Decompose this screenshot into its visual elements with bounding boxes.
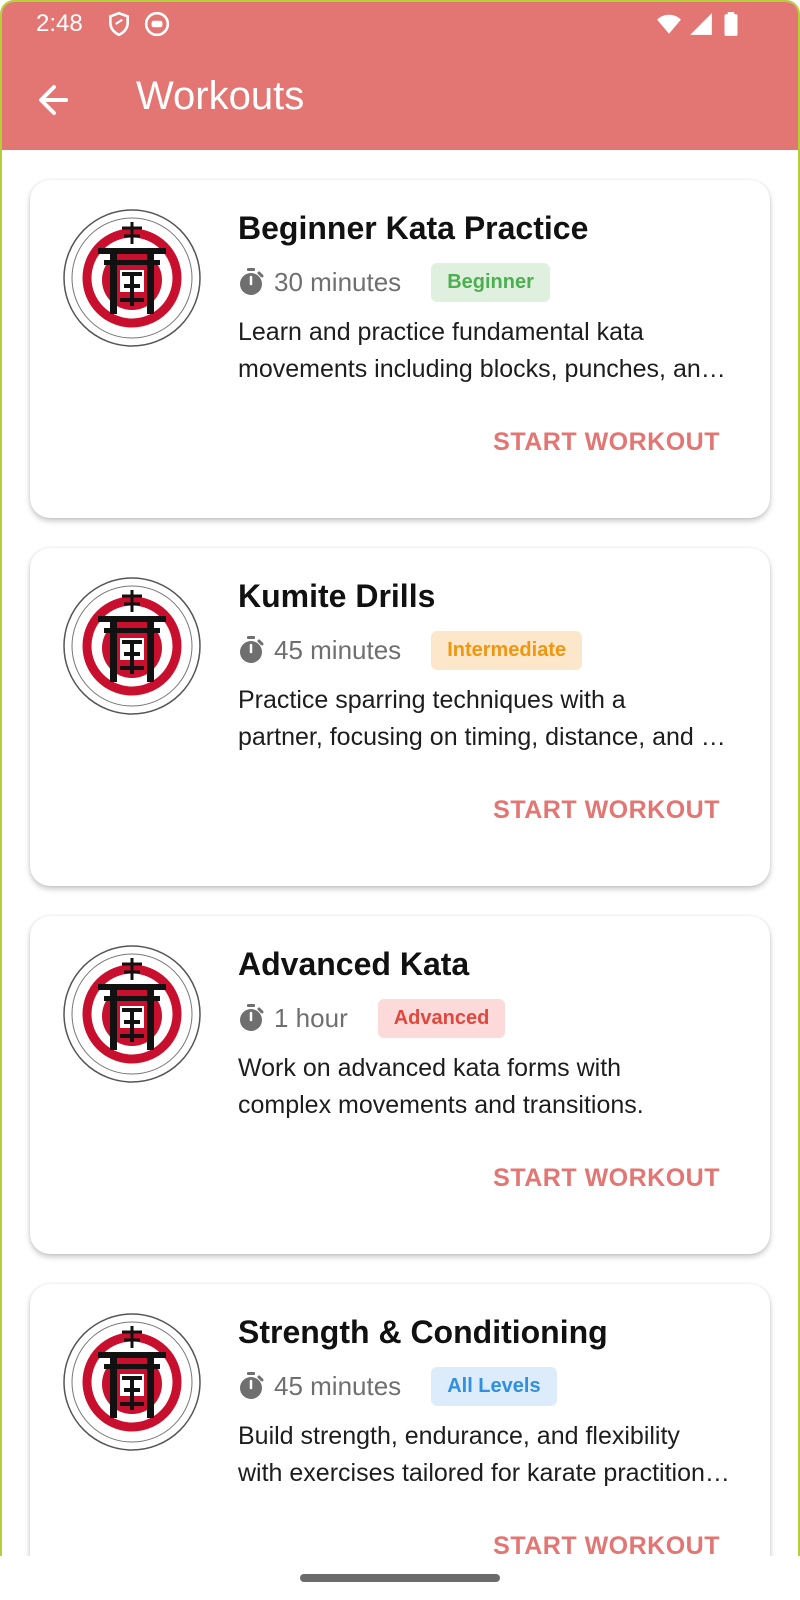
app-bar: 2:48 Workouts [2,2,798,150]
workout-description: Learn and practice fundamental kata move… [238,314,738,388]
timer-icon [240,1372,264,1399]
workout-meta: 1 hour Advanced [238,998,506,1038]
status-time: 2:48 [36,10,83,37]
workout-card: Beginner Kata Practice 30 minutes Beginn… [30,180,770,518]
description-line: complex movements and transitions. [238,1091,644,1119]
description-line: with exercises tailored for karate pract… [238,1459,738,1487]
signal-icon [690,13,712,35]
zen-karate-logo [63,1313,201,1451]
workout-duration: 30 minutes [274,266,402,297]
shield-icon [109,11,129,37]
workout-card: Kumite Drills 45 minutes Intermediate Pr… [30,548,770,886]
zen-karate-logo [63,209,201,347]
description-line: Practice sparring techniques with a [238,686,626,714]
back-button[interactable] [26,72,82,128]
arrow-left-icon [39,85,68,115]
workout-duration: 45 minutes [274,1370,402,1401]
timer-icon [240,636,264,663]
workout-duration: 45 minutes [274,634,402,665]
zen-karate-logo [63,577,201,715]
workout-meta: 30 minutes Beginner [238,262,550,302]
workout-card: Advanced Kata 1 hour Advanced Work on ad… [30,916,770,1254]
workout-title: Strength & Conditioning [238,1314,608,1350]
level-badge: Advanced [377,998,506,1038]
system-nav-bar [0,1556,800,1600]
start-workout-button[interactable]: START WORKOUT [493,428,720,457]
timer-icon [240,268,264,295]
level-badge: Beginner [431,262,550,302]
timer-icon [240,1004,264,1031]
workout-duration: 1 hour [274,1002,348,1033]
start-workout-button[interactable]: START WORKOUT [493,1164,720,1193]
workout-description: Work on advanced kata forms with complex… [238,1050,738,1124]
home-gesture-handle[interactable] [300,1574,500,1582]
workout-title: Beginner Kata Practice [238,210,589,246]
wifi-icon [657,14,681,34]
battery-icon [724,12,738,36]
workout-list[interactable]: Beginner Kata Practice 30 minutes Beginn… [2,150,798,1556]
workout-description: Practice sparring techniques with a part… [238,682,738,756]
description-line: Work on advanced kata forms with [238,1054,622,1082]
workout-meta: 45 minutes All Levels [238,1366,557,1406]
status-bar: 2:48 [2,2,798,46]
description-line: Learn and practice fundamental kata [238,318,644,346]
description-line: Build strength, endurance, and flexibili… [238,1422,680,1450]
level-badge: All Levels [431,1366,557,1406]
workout-description: Build strength, endurance, and flexibili… [238,1418,738,1492]
start-workout-button[interactable]: START WORKOUT [493,1532,720,1556]
zen-karate-logo [63,945,201,1083]
start-workout-button[interactable]: START WORKOUT [493,796,720,825]
level-badge: Intermediate [431,630,583,670]
toolbar: Workouts [2,52,798,148]
workout-title: Kumite Drills [238,578,436,614]
description-line: movements including blocks, punches, and… [238,355,738,383]
workout-meta: 45 minutes Intermediate [238,630,583,670]
workout-card: Strength & Conditioning 45 minutes All L… [30,1284,770,1556]
app-window: 2:48 Workouts Beginner Kata Practice 30 … [0,0,800,1558]
workout-title: Advanced Kata [238,946,470,982]
face-icon [144,11,170,37]
description-line: partner, focusing on timing, distance, a… [238,723,738,751]
page-title: Workouts [136,74,305,118]
